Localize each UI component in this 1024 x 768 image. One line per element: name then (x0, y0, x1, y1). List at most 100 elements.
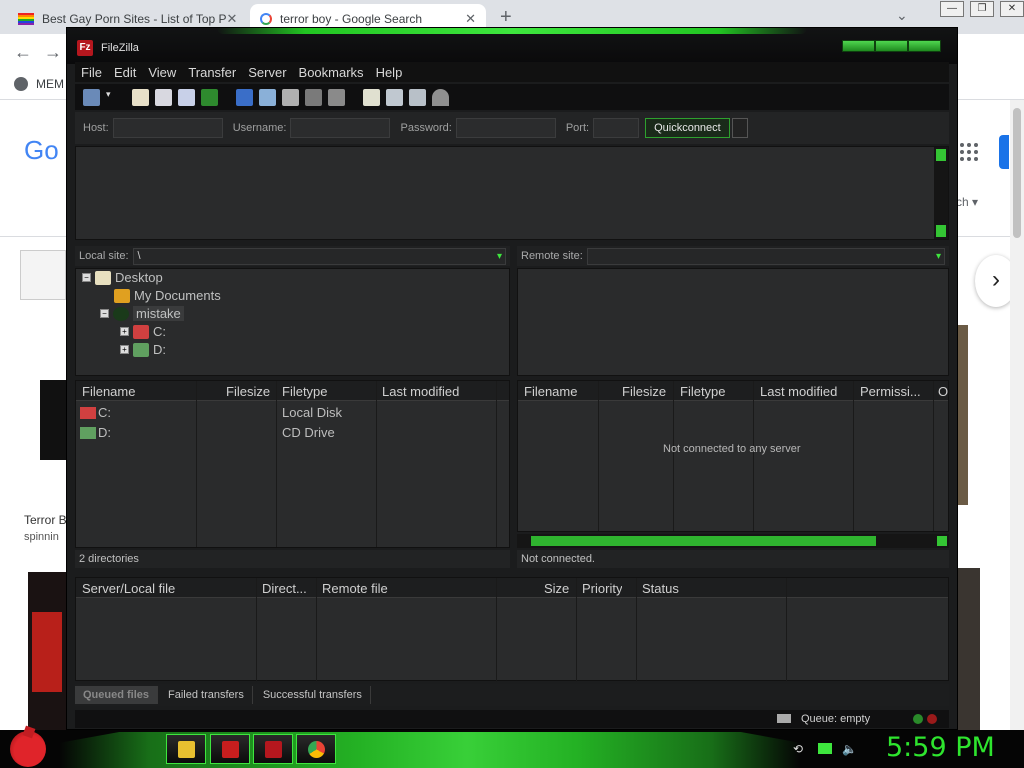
collapse-icon[interactable]: − (82, 273, 91, 282)
quickconnect-dropdown[interactable] (731, 118, 748, 138)
compare-icon[interactable] (386, 88, 403, 106)
col-direction[interactable]: Direct... (262, 581, 312, 596)
menu-help[interactable]: Help (376, 65, 403, 80)
network-icon[interactable]: ⟲ (793, 742, 803, 756)
separator (120, 89, 126, 106)
col-filesize[interactable]: Filesize (226, 384, 270, 399)
username-input[interactable] (290, 118, 391, 138)
tab-queued-files[interactable]: Queued files (75, 686, 159, 704)
remote-tree-icon[interactable] (178, 88, 195, 106)
tree-node-mistake[interactable]: − mistake (100, 306, 184, 321)
tree-node-d[interactable]: + D: (120, 342, 166, 357)
close-icon[interactable]: ✕ (227, 11, 238, 27)
close-window-button[interactable] (908, 40, 941, 52)
google-logo[interactable]: Go (24, 135, 59, 166)
local-site-path-input[interactable]: \ (132, 247, 506, 265)
tab-search-chevron-icon[interactable]: ⌄ (896, 7, 908, 24)
taskbar-chrome[interactable] (296, 734, 336, 764)
col-owner[interactable]: O (938, 384, 948, 399)
tree-node-my-documents[interactable]: My Documents (114, 288, 221, 303)
col-last-modified[interactable]: Last modified (760, 384, 837, 399)
password-input[interactable] (455, 118, 556, 138)
result-image[interactable] (22, 325, 68, 505)
col-status[interactable]: Status (642, 581, 679, 596)
remote-site-bar: Remote site: (517, 246, 949, 266)
result-thumbnail[interactable] (20, 250, 66, 300)
menu-edit[interactable]: Edit (114, 65, 136, 80)
window-controls (842, 40, 941, 52)
refresh-icon[interactable] (236, 88, 253, 106)
remote-hscrollbar[interactable] (517, 534, 949, 548)
result-title[interactable]: Terror B (24, 513, 67, 527)
col-filename[interactable]: Filename (524, 384, 577, 399)
start-button-angry-bird-icon[interactable] (10, 731, 46, 767)
tree-node-desktop[interactable]: − Desktop (82, 270, 163, 285)
forward-arrow-icon[interactable]: → (44, 42, 62, 63)
col-filename[interactable]: Filename (82, 384, 135, 399)
menu-bookmarks[interactable]: Bookmarks (299, 65, 364, 80)
display-icon[interactable] (818, 743, 832, 754)
new-tab-button[interactable]: + (500, 6, 512, 29)
sign-in-button[interactable] (999, 135, 1009, 169)
log-scrollbar[interactable] (934, 147, 948, 239)
reconnect-icon[interactable] (328, 88, 345, 106)
menu-server[interactable]: Server (248, 65, 286, 80)
close-window-button[interactable]: ✕ (1000, 1, 1024, 17)
maximize-button[interactable]: ❐ (970, 1, 994, 17)
menu-transfer[interactable]: Transfer (188, 65, 236, 80)
remote-site-path-input[interactable] (586, 247, 945, 265)
taskbar-explorer[interactable] (166, 734, 206, 764)
expand-icon[interactable]: + (120, 345, 129, 354)
result-image[interactable] (28, 572, 68, 730)
filezilla-titlebar[interactable]: Fz FileZilla (67, 28, 957, 64)
directory-filter-icon[interactable] (363, 88, 380, 106)
local-tree-icon[interactable] (155, 88, 172, 106)
tab-successful-transfers[interactable]: Successful transfers (255, 686, 371, 704)
tab-failed-transfers[interactable]: Failed transfers (160, 686, 253, 704)
google-favicon-icon (260, 13, 272, 25)
cancel-icon[interactable] (282, 88, 299, 106)
quickconnect-button[interactable]: Quickconnect (645, 118, 730, 138)
menu-view[interactable]: View (148, 65, 176, 80)
disconnect-icon[interactable] (305, 88, 322, 106)
page-scrollbar[interactable] (1010, 100, 1024, 730)
message-log-icon[interactable] (132, 88, 149, 106)
expand-icon[interactable]: + (120, 327, 129, 336)
receive-led-icon (913, 714, 923, 724)
chevron-down-icon[interactable]: ▾ (106, 89, 114, 106)
minimize-button[interactable]: — (940, 1, 964, 17)
col-filetype[interactable]: Filetype (282, 384, 328, 399)
col-server-local-file[interactable]: Server/Local file (82, 581, 175, 596)
back-arrow-icon[interactable]: ← (14, 42, 32, 63)
password-label: Password: (400, 122, 452, 134)
collapse-icon[interactable]: − (100, 309, 109, 318)
close-icon[interactable]: ✕ (465, 11, 476, 27)
table-row[interactable]: C: Local Disk (76, 403, 509, 423)
taskbar-filezilla[interactable] (253, 734, 293, 764)
bookmark-item[interactable]: MEM (14, 77, 64, 91)
clock[interactable]: 5:59 PM (886, 732, 995, 763)
maximize-button[interactable] (875, 40, 908, 52)
minimize-button[interactable] (842, 40, 875, 52)
google-apps-icon[interactable] (960, 143, 978, 161)
table-row[interactable]: D: CD Drive (76, 423, 509, 443)
volume-icon[interactable]: 🔈 (842, 742, 857, 756)
menu-file[interactable]: File (81, 65, 102, 80)
site-manager-icon[interactable] (83, 88, 100, 106)
col-filetype[interactable]: Filetype (680, 384, 726, 399)
port-input[interactable] (593, 118, 640, 138)
sync-browse-icon[interactable] (409, 88, 426, 106)
col-filesize[interactable]: Filesize (622, 384, 666, 399)
col-last-modified[interactable]: Last modified (382, 384, 459, 399)
tree-node-c[interactable]: + C: (120, 324, 166, 339)
transfer-queue-icon[interactable] (201, 88, 218, 106)
taskbar-acrobat[interactable] (210, 734, 250, 764)
host-input[interactable] (112, 118, 223, 138)
col-size[interactable]: Size (544, 581, 569, 596)
col-remote-file[interactable]: Remote file (322, 581, 388, 596)
transfer-mode-icon (777, 714, 791, 723)
col-permissions[interactable]: Permissi... (860, 384, 930, 399)
search-remote-icon[interactable] (432, 88, 449, 106)
process-queue-icon[interactable] (259, 88, 276, 106)
col-priority[interactable]: Priority (582, 581, 622, 596)
